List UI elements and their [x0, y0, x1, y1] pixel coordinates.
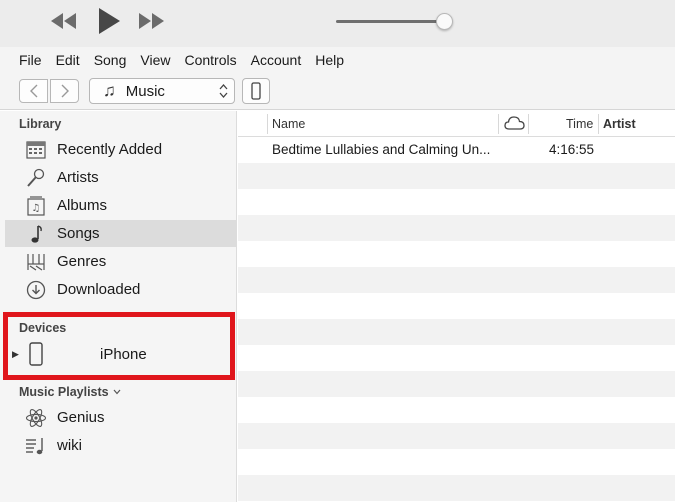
menu-help[interactable]: Help [315, 52, 344, 68]
song-list-header: Name Time Artist [238, 111, 675, 137]
sidebar-item-genius[interactable]: Genius [5, 404, 237, 431]
player-bar [0, 0, 675, 47]
column-header-time[interactable]: Time [566, 117, 593, 131]
iphone-icon [251, 82, 261, 100]
column-header-artist[interactable]: Artist [603, 117, 636, 131]
calendar-grid-icon [25, 139, 47, 161]
sidebar-item-label: Artists [57, 169, 99, 186]
sidebar-item-label: Recently Added [57, 141, 163, 158]
playlist-icon [25, 435, 47, 457]
empty-row [238, 189, 675, 215]
empty-row [238, 423, 675, 449]
empty-row [238, 241, 675, 267]
song-name: Bedtime Lullabies and Calming Un... [272, 142, 491, 157]
devices-highlight-box [3, 312, 235, 380]
empty-row [238, 163, 675, 189]
menu-view[interactable]: View [140, 52, 170, 68]
sidebar-item-genres[interactable]: Genres [5, 248, 237, 275]
column-divider [528, 114, 529, 134]
menu-controls[interactable]: Controls [184, 52, 236, 68]
column-divider [267, 114, 268, 134]
chevron-left-icon [29, 84, 37, 98]
volume-track [336, 20, 440, 23]
chevron-down-icon [113, 389, 121, 395]
rewind-icon[interactable] [50, 8, 78, 34]
sidebar: Library Recently Added Artists ♫ Albums … [0, 111, 237, 502]
column-divider [598, 114, 599, 134]
sidebar-item-songs[interactable]: Songs [5, 220, 237, 247]
device-button[interactable] [242, 78, 270, 104]
sidebar-item-albums[interactable]: ♫ Albums [5, 192, 237, 219]
empty-row [238, 345, 675, 371]
media-kind-label: Music [125, 82, 165, 100]
table-row[interactable]: Bedtime Lullabies and Calming Un... 4:16… [238, 137, 675, 163]
music-note-icon: ♫ [103, 81, 116, 100]
sidebar-item-downloaded[interactable]: Downloaded [5, 276, 237, 303]
menu-account[interactable]: Account [251, 52, 302, 68]
svg-text:♫: ♫ [32, 203, 41, 214]
album-icon: ♫ [25, 195, 47, 217]
volume-slider[interactable] [336, 12, 453, 32]
up-down-arrows-icon [219, 84, 228, 98]
play-icon[interactable] [96, 8, 122, 34]
sidebar-item-label: Downloaded [57, 281, 141, 298]
genius-atom-icon [25, 407, 47, 429]
sidebar-item-label: Genius [57, 409, 105, 426]
empty-row [238, 475, 675, 501]
empty-row [238, 319, 675, 345]
empty-row [238, 215, 675, 241]
cloud-icon[interactable] [504, 116, 525, 133]
sidebar-item-recently-added[interactable]: Recently Added [5, 136, 237, 163]
playlists-heading-label: Music Playlists [19, 385, 109, 399]
empty-row [238, 397, 675, 423]
microphone-icon [25, 167, 47, 189]
forward-button[interactable] [50, 79, 79, 103]
fast-forward-icon[interactable] [138, 8, 166, 34]
menu-file[interactable]: File [19, 52, 42, 68]
empty-row [238, 267, 675, 293]
back-button[interactable] [19, 79, 48, 103]
sidebar-item-label: Songs [57, 225, 100, 242]
column-header-name[interactable]: Name [272, 117, 305, 131]
volume-knob[interactable] [436, 13, 453, 30]
toolbar: ♫ Music [0, 72, 675, 110]
song-rows: Bedtime Lullabies and Calming Un... 4:16… [238, 137, 675, 501]
empty-row [238, 293, 675, 319]
menu-song[interactable]: Song [94, 52, 127, 68]
sidebar-item-label: Genres [57, 253, 107, 270]
menu-edit[interactable]: Edit [56, 52, 80, 68]
menu-bar: File Edit Song View Controls Account Hel… [0, 47, 675, 72]
download-icon [25, 279, 47, 301]
empty-row [238, 449, 675, 475]
song-time: 4:16:55 [549, 142, 595, 157]
sidebar-item-label: Albums [57, 197, 108, 214]
genres-icon [25, 251, 47, 273]
library-heading: Library [19, 117, 62, 131]
media-kind-select[interactable]: ♫ Music [89, 78, 235, 104]
music-note-icon [25, 223, 47, 245]
column-divider [498, 114, 499, 134]
playlists-heading[interactable]: Music Playlists [19, 385, 121, 399]
song-list: Name Time Artist Bedtime Lullabies and C… [238, 111, 675, 502]
sidebar-item-label: wiki [57, 437, 82, 454]
chevron-right-icon [61, 84, 69, 98]
empty-row [238, 371, 675, 397]
sidebar-item-wiki[interactable]: wiki [5, 432, 237, 459]
sidebar-item-artists[interactable]: Artists [5, 164, 237, 191]
